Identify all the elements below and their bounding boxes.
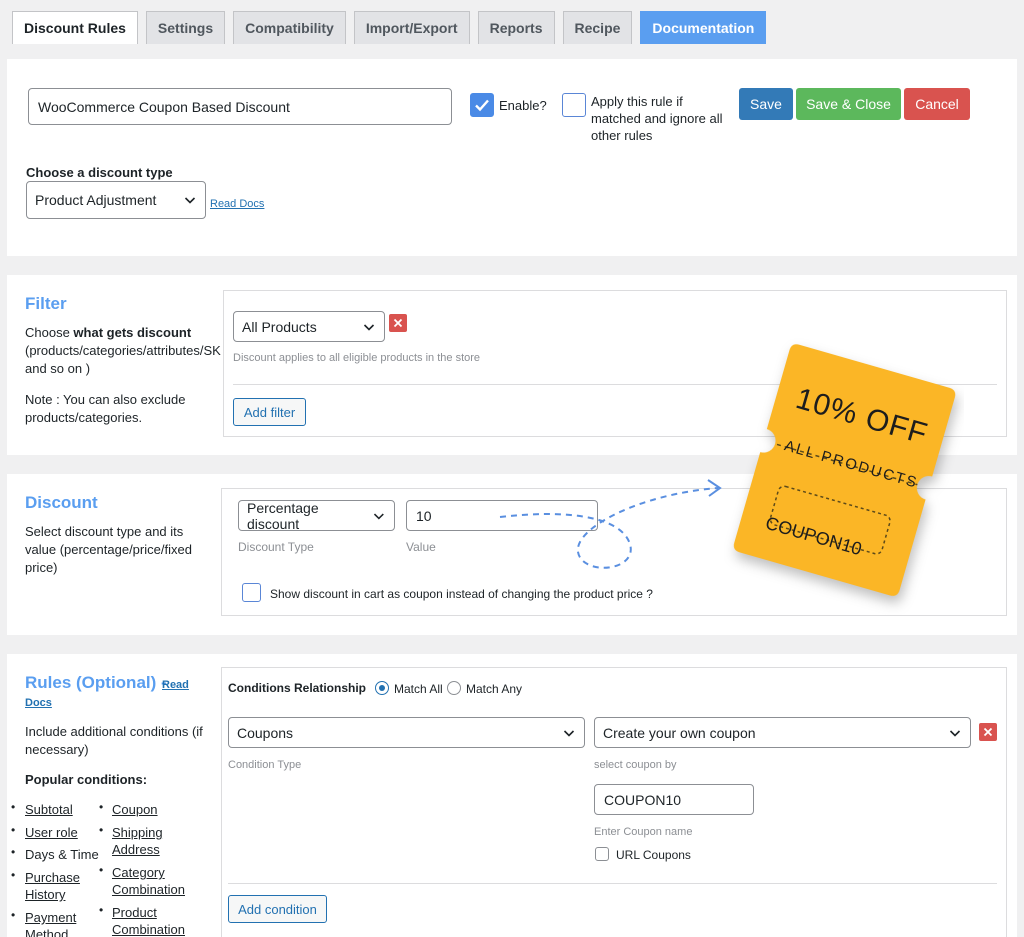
rules-read-docs-link[interactable]: Read bbox=[162, 676, 189, 694]
discount-type-hint: Discount Type bbox=[238, 540, 314, 554]
bullet: • bbox=[11, 908, 16, 922]
bullet: • bbox=[99, 903, 104, 917]
condition-type-select[interactable]: Coupons bbox=[228, 717, 585, 748]
coupon-name-input[interactable]: COUPON10 bbox=[594, 784, 754, 815]
coupon-method-hint: select coupon by bbox=[594, 759, 677, 771]
close-icon bbox=[393, 318, 403, 328]
discount-value: 10 bbox=[416, 507, 432, 524]
chevron-down-icon bbox=[563, 729, 575, 737]
chevron-down-icon bbox=[374, 512, 385, 520]
coupon-name-hint: Enter Coupon name bbox=[594, 826, 693, 838]
condition-link-coupon[interactable]: Coupon bbox=[112, 801, 158, 818]
rules-description: Include additional conditions (if necess… bbox=[25, 724, 203, 757]
tab-bar: Discount Rules Settings Compatibility Im… bbox=[12, 11, 774, 44]
show-as-coupon-checkbox[interactable] bbox=[242, 583, 261, 602]
rule-name-input[interactable]: WooCommerce Coupon Based Discount bbox=[28, 88, 452, 125]
bullet: • bbox=[99, 823, 104, 837]
condition-link-subtotal[interactable]: Subtotal bbox=[25, 801, 73, 818]
coupon-ticket-graphic bbox=[733, 344, 956, 596]
show-as-coupon-label: Show discount in cart as coupon instead … bbox=[270, 587, 653, 601]
cancel-button[interactable]: Cancel bbox=[904, 88, 970, 120]
bullet: • bbox=[11, 823, 16, 837]
rule-name-value: WooCommerce Coupon Based Discount bbox=[38, 98, 290, 115]
discount-title: Discount bbox=[25, 493, 98, 512]
enable-checkbox[interactable] bbox=[470, 93, 494, 117]
filter-type-select[interactable]: All Products bbox=[233, 311, 385, 342]
rule-header-panel: WooCommerce Coupon Based Discount Enable… bbox=[7, 59, 1017, 256]
discount-method-select[interactable]: Percentage discount bbox=[238, 499, 395, 532]
condition-link-payment-method[interactable]: Payment Method bbox=[25, 909, 76, 937]
condition-type-hint: Condition Type bbox=[228, 759, 302, 771]
chevron-down-icon bbox=[363, 323, 375, 331]
rules-title: Rules (Optional) - bbox=[25, 673, 167, 692]
match-all-radio[interactable] bbox=[375, 681, 389, 695]
conditions-box: Conditions Relationship Match All Match … bbox=[221, 667, 1007, 937]
coupon-graphic: 10% OFF ALL PRODUCTS COUPON10 bbox=[724, 330, 964, 615]
bullet: • bbox=[11, 868, 16, 882]
bullet: • bbox=[11, 845, 16, 859]
condition-link-category-combination[interactable]: Category Combination bbox=[112, 864, 185, 898]
dashed-arrow-graphic bbox=[499, 479, 722, 569]
discount-type-value: Product Adjustment bbox=[35, 192, 157, 208]
discount-method-value: Percentage discount bbox=[247, 499, 319, 532]
rules-panel: Rules (Optional) - Read Docs Include add… bbox=[7, 654, 1017, 937]
match-any-label: Match Any bbox=[466, 682, 523, 696]
filter-title: Filter bbox=[25, 294, 67, 313]
save-close-button[interactable]: Save & Close bbox=[796, 88, 901, 120]
tab-import-export[interactable]: Import/Export bbox=[353, 11, 470, 44]
save-button[interactable]: Save bbox=[739, 88, 793, 120]
bullet: • bbox=[99, 863, 104, 877]
url-coupons-label: URL Coupons bbox=[616, 848, 691, 862]
remove-filter-button[interactable] bbox=[389, 314, 407, 332]
tab-reports[interactable]: Reports bbox=[477, 11, 555, 44]
condition-link-purchase-history[interactable]: Purchase History bbox=[25, 869, 80, 903]
tab-settings[interactable]: Settings bbox=[145, 11, 226, 44]
chevron-down-icon bbox=[949, 729, 961, 737]
close-icon bbox=[983, 727, 993, 737]
bullet: • bbox=[99, 800, 104, 814]
tab-compatibility[interactable]: Compatibility bbox=[233, 11, 346, 44]
filter-note: Note : You can also exclude products/cat… bbox=[25, 392, 186, 425]
tab-recipe[interactable]: Recipe bbox=[562, 11, 633, 44]
remove-condition-button[interactable] bbox=[979, 723, 997, 741]
conditions-divider bbox=[228, 883, 997, 884]
popular-conditions-label: Popular conditions: bbox=[25, 772, 148, 787]
rules-read-docs-link-2[interactable]: Docs bbox=[25, 694, 52, 712]
add-filter-button[interactable]: Add filter bbox=[233, 398, 306, 426]
discount-description: Select discount type and its value (perc… bbox=[25, 524, 192, 575]
coupon-name-value: COUPON10 bbox=[604, 791, 682, 808]
condition-link-user-role[interactable]: User role bbox=[25, 824, 78, 841]
url-coupons-checkbox[interactable] bbox=[595, 847, 609, 861]
match-any-radio[interactable] bbox=[447, 681, 461, 695]
filter-type-value: All Products bbox=[242, 318, 317, 335]
chevron-down-icon bbox=[184, 197, 196, 204]
apply-rule-label: Apply this rule if matched and ignore al… bbox=[591, 94, 723, 143]
filter-hint: Discount applies to all eligible product… bbox=[233, 352, 481, 364]
read-docs-link[interactable]: Read Docs bbox=[210, 195, 264, 213]
add-condition-button[interactable]: Add condition bbox=[228, 895, 327, 923]
discount-type-label: Choose a discount type bbox=[26, 165, 173, 180]
tab-discount-rules[interactable]: Discount Rules bbox=[12, 11, 138, 44]
bullet: • bbox=[11, 800, 16, 814]
filter-description: Choose what gets discount (products/cate… bbox=[25, 325, 221, 376]
checkmark-icon bbox=[475, 99, 489, 112]
condition-link-shipping-address[interactable]: Shipping Address bbox=[112, 824, 163, 858]
discount-value-hint: Value bbox=[406, 540, 436, 554]
coupon-method-select[interactable]: Create your own coupon bbox=[594, 717, 971, 748]
condition-type-value: Coupons bbox=[237, 724, 294, 741]
enable-label: Enable? bbox=[499, 98, 547, 113]
discount-type-select[interactable]: Product Adjustment bbox=[26, 181, 206, 219]
coupon-method-value: Create your own coupon bbox=[603, 724, 756, 741]
conditions-relationship-label: Conditions Relationship bbox=[228, 681, 366, 695]
condition-link-product-combination[interactable]: Product Combination bbox=[112, 904, 185, 937]
match-all-label: Match All bbox=[394, 682, 443, 696]
apply-rule-checkbox[interactable] bbox=[562, 93, 586, 117]
tab-documentation[interactable]: Documentation bbox=[640, 11, 767, 44]
condition-days-time: Days & Time bbox=[25, 847, 99, 862]
